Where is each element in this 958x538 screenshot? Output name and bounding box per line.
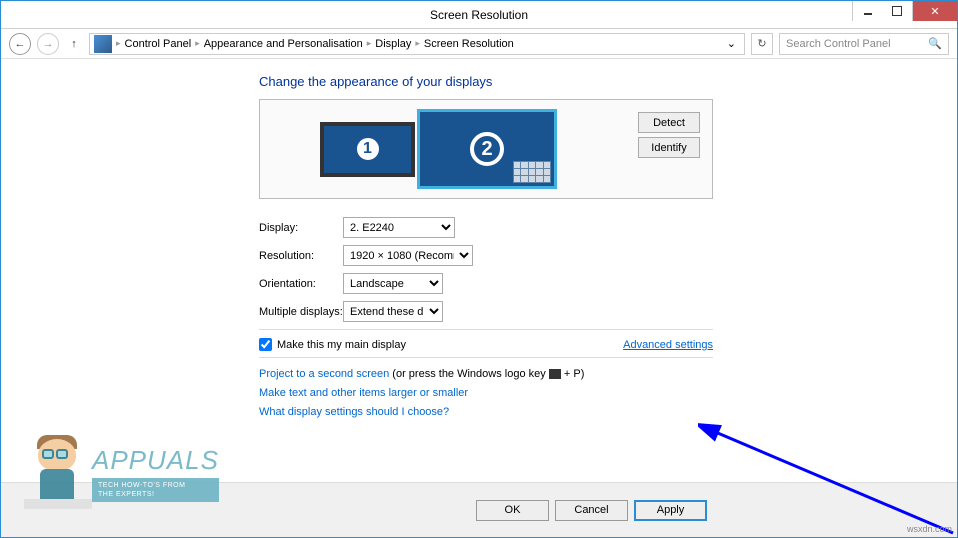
cancel-button[interactable]: Cancel (555, 500, 628, 521)
chevron-right-icon: ▸ (195, 38, 200, 49)
page-heading: Change the appearance of your displays (259, 74, 957, 89)
windows-key-icon (549, 369, 561, 379)
titlebar: Screen Resolution (1, 1, 957, 29)
what-settings-link[interactable]: What display settings should I choose? (259, 406, 449, 418)
window-title: Screen Resolution (1, 8, 957, 22)
chevron-right-icon: ▸ (116, 38, 121, 49)
breadcrumb-item[interactable]: Screen Resolution (424, 38, 514, 50)
monitor-1[interactable]: 1 (320, 122, 415, 177)
setting-row: Orientation: Landscape (259, 273, 957, 294)
display-select[interactable]: 2. E2240 (343, 217, 455, 238)
up-button[interactable]: ↑ (65, 35, 83, 53)
chevron-right-icon: ▸ (415, 38, 420, 49)
monitor-number: 2 (470, 132, 504, 166)
multiple-displays-select[interactable]: Extend these displays (343, 301, 443, 322)
separator (259, 329, 713, 330)
help-links: Project to a second screen (or press the… (259, 368, 957, 418)
identify-button[interactable]: Identify (638, 137, 700, 158)
display-side-buttons: Detect Identify (638, 112, 700, 158)
text-size-line: Make text and other items larger or smal… (259, 387, 957, 399)
back-button[interactable]: ← (9, 33, 31, 55)
brand-name: APPUALS (92, 445, 219, 476)
main-display-checkbox[interactable] (259, 338, 272, 351)
resolution-select[interactable]: 1920 × 1080 (Recommended) (343, 245, 473, 266)
search-icon: 🔍 (928, 37, 942, 50)
monitor-2[interactable]: 2 (417, 109, 557, 189)
ok-button[interactable]: OK (476, 500, 549, 521)
control-panel-icon (94, 35, 112, 53)
search-input[interactable]: Search Control Panel 🔍 (779, 33, 949, 55)
credit-text: wsxdn.com (907, 524, 952, 534)
watermark-text: APPUALS TECH HOW-TO'S FROM THE EXPERTS! (92, 445, 219, 502)
watermark: APPUALS TECH HOW-TO'S FROM THE EXPERTS! (20, 431, 219, 516)
forward-button: → (37, 33, 59, 55)
what-settings-line: What display settings should I choose? (259, 406, 957, 418)
mascot-icon (20, 431, 90, 516)
main-display-row: Make this my main display Advanced setti… (259, 338, 713, 351)
monitor-number: 1 (354, 135, 382, 163)
apply-button[interactable]: Apply (634, 500, 707, 521)
orientation-select[interactable]: Landscape (343, 273, 443, 294)
multiple-displays-label: Multiple displays: (259, 306, 343, 318)
window-buttons (852, 1, 957, 21)
breadcrumb-item[interactable]: Appearance and Personalisation (204, 38, 363, 50)
breadcrumb[interactable]: ▸ Control Panel ▸ Appearance and Persona… (89, 33, 745, 55)
separator (259, 357, 713, 358)
project-suffix-text: (or press the Windows logo key (389, 368, 549, 380)
minimize-button[interactable] (852, 1, 882, 21)
content-area: Change the appearance of your displays 1… (1, 59, 957, 482)
setting-row: Multiple displays: Extend these displays (259, 301, 957, 322)
refresh-button[interactable]: ↻ (751, 33, 773, 55)
advanced-settings-link[interactable]: Advanced settings (623, 339, 713, 351)
project-plus-text: + P) (561, 368, 585, 380)
maximize-button[interactable] (882, 1, 912, 21)
breadcrumb-item[interactable]: Control Panel (125, 38, 192, 50)
settings-form: Display: 2. E2240 Resolution: 1920 × 108… (259, 217, 957, 418)
breadcrumb-item[interactable]: Display (375, 38, 411, 50)
chevron-right-icon: ▸ (367, 38, 372, 49)
main-display-label: Make this my main display (277, 339, 406, 351)
resolution-label: Resolution: (259, 250, 343, 262)
display-label: Display: (259, 222, 343, 234)
taskbar-icon (513, 161, 551, 183)
setting-row: Display: 2. E2240 (259, 217, 957, 238)
project-second-screen-link[interactable]: Project to a second screen (259, 368, 389, 380)
search-placeholder: Search Control Panel (786, 38, 891, 50)
orientation-label: Orientation: (259, 278, 343, 290)
navigation-bar: ← → ↑ ▸ Control Panel ▸ Appearance and P… (1, 29, 957, 59)
detect-button[interactable]: Detect (638, 112, 700, 133)
chevron-down-icon[interactable]: ⌄ (723, 37, 740, 50)
setting-row: Resolution: 1920 × 1080 (Recommended) (259, 245, 957, 266)
display-arrangement[interactable]: 1 2 Detect Identify (259, 99, 713, 199)
close-button[interactable] (912, 1, 957, 21)
project-line: Project to a second screen (or press the… (259, 368, 957, 380)
brand-tagline: TECH HOW-TO'S FROM THE EXPERTS! (92, 478, 219, 502)
text-size-link[interactable]: Make text and other items larger or smal… (259, 387, 468, 399)
